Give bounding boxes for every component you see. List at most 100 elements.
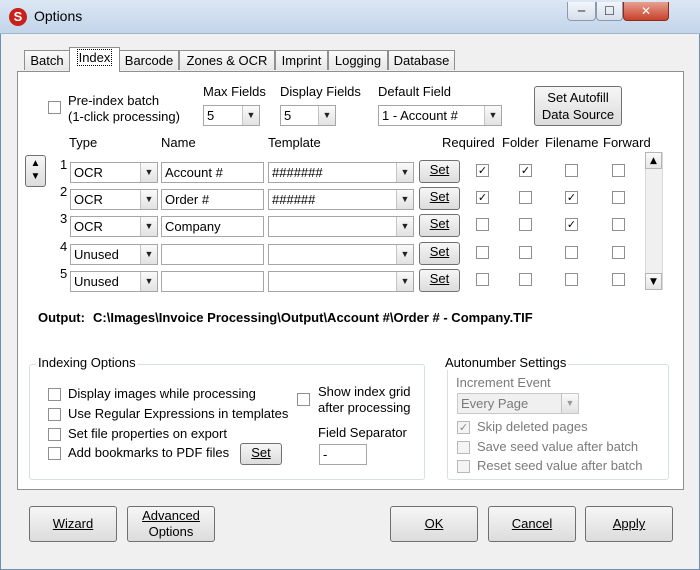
required-checkbox[interactable]: ✓ [476, 164, 489, 177]
folder-checkbox[interactable] [519, 191, 532, 204]
forward-checkbox[interactable] [612, 273, 625, 286]
show-grid-label-2: after processing [318, 400, 411, 415]
field-template-select[interactable]: ▼ [268, 271, 414, 292]
field-name-input[interactable] [161, 244, 264, 265]
tab-logging[interactable]: Logging [328, 50, 388, 70]
display-images-checkbox[interactable] [48, 388, 61, 401]
field-name-input[interactable]: Order # [161, 189, 264, 210]
row-number: 3 [60, 211, 68, 226]
reset-seed-label: Reset seed value after batch [477, 458, 643, 473]
field-type-select[interactable]: Unused ▼ [70, 244, 158, 265]
regex-checkbox[interactable] [48, 408, 61, 421]
default-field-label: Default Field [378, 84, 451, 99]
bookmarks-set-button[interactable]: Set [240, 443, 282, 465]
skip-deleted-checkbox[interactable]: ✓ [457, 421, 470, 434]
field-name-input[interactable]: Account # [161, 162, 264, 183]
filename-checkbox[interactable] [565, 273, 578, 286]
required-checkbox[interactable] [476, 218, 489, 231]
field-type-select[interactable]: OCR ▼ [70, 189, 158, 210]
row-number: 2 [60, 184, 68, 199]
field-template-select[interactable]: ▼ [268, 244, 414, 265]
tab-imprint[interactable]: Imprint [275, 50, 328, 70]
field-template-select[interactable]: ####### ▼ [268, 162, 414, 183]
col-name: Name [161, 135, 196, 150]
tab-database[interactable]: Database [388, 50, 455, 70]
row-number: 4 [60, 239, 68, 254]
minimize-icon[interactable]: ─ [567, 2, 596, 21]
forward-checkbox[interactable] [612, 218, 625, 231]
show-grid-checkbox[interactable] [297, 393, 310, 406]
skip-deleted-label: Skip deleted pages [477, 419, 588, 434]
max-fields-value: 5 [207, 108, 215, 123]
filename-checkbox[interactable]: ✓ [565, 191, 578, 204]
advanced-label-1: Advanced [128, 508, 214, 524]
folder-checkbox[interactable] [519, 218, 532, 231]
set-autofill-button[interactable]: Set Autofill Data Source [534, 86, 622, 126]
field-type-select[interactable]: Unused ▼ [70, 271, 158, 292]
apply-label: Apply [612, 516, 646, 531]
filename-checkbox[interactable]: ✓ [565, 218, 578, 231]
autonumber-title: Autonumber Settings [443, 355, 569, 370]
folder-checkbox[interactable]: ✓ [519, 164, 532, 177]
tab-batch[interactable]: Batch [24, 50, 70, 70]
tab-barcode[interactable]: Barcode [119, 50, 179, 70]
preindex-label-2: (1-click processing) [68, 109, 180, 124]
col-type: Type [69, 135, 98, 150]
forward-checkbox[interactable] [612, 164, 625, 177]
template-set-button[interactable]: Set [419, 160, 460, 183]
bookmarks-checkbox[interactable] [48, 447, 61, 460]
template-set-label: Set [429, 271, 450, 286]
forward-checkbox[interactable] [612, 246, 625, 259]
field-type-value: Unused [74, 247, 119, 262]
apply-button[interactable]: Apply [585, 506, 673, 542]
field-type-select[interactable]: OCR ▼ [70, 216, 158, 237]
indexing-options-title: Indexing Options [36, 355, 138, 370]
maximize-icon[interactable]: ☐ [596, 2, 623, 21]
filename-checkbox[interactable] [565, 164, 578, 177]
separator-input[interactable]: - [319, 444, 367, 465]
field-name-input[interactable]: Company [161, 216, 264, 237]
output-path: C:\Images\Invoice Processing\Output\Acco… [93, 310, 533, 325]
max-fields-label: Max Fields [203, 84, 266, 99]
set-autofill-label-2: Data Source [541, 107, 615, 122]
required-checkbox[interactable] [476, 246, 489, 259]
file-props-checkbox[interactable] [48, 428, 61, 441]
display-fields-select[interactable]: 5 ▼ [280, 105, 336, 126]
advanced-options-button[interactable]: Advanced Options [127, 506, 215, 542]
template-set-button[interactable]: Set [419, 214, 460, 237]
default-field-select[interactable]: 1 - Account # ▼ [378, 105, 502, 126]
template-set-button[interactable]: Set [419, 187, 460, 210]
template-set-button[interactable]: Set [419, 269, 460, 292]
field-template-select[interactable]: ###### ▼ [268, 189, 414, 210]
increment-select[interactable]: Every Page ▼ [457, 393, 579, 414]
scroll-up-icon[interactable]: ▲ [645, 152, 662, 169]
reset-seed-checkbox[interactable] [457, 460, 470, 473]
app-logo-icon: S [9, 8, 27, 26]
cancel-button[interactable]: Cancel [488, 506, 576, 542]
chevron-down-icon: ▼ [140, 245, 157, 264]
row-number: 5 [60, 266, 68, 281]
field-template-select[interactable]: ▼ [268, 216, 414, 237]
required-checkbox[interactable]: ✓ [476, 191, 489, 204]
field-name-input[interactable] [161, 271, 264, 292]
bookmarks-set-label: Set [251, 445, 271, 460]
ok-button[interactable]: OK [390, 506, 478, 542]
close-icon[interactable]: ✕ [623, 2, 669, 21]
forward-checkbox[interactable] [612, 191, 625, 204]
tab-zones-ocr[interactable]: Zones & OCR [179, 50, 275, 70]
rows-scrollbar[interactable] [645, 152, 663, 290]
folder-checkbox[interactable] [519, 273, 532, 286]
folder-checkbox[interactable] [519, 246, 532, 259]
preindex-checkbox[interactable] [48, 101, 61, 114]
save-seed-checkbox[interactable] [457, 441, 470, 454]
template-set-button[interactable]: Set [419, 242, 460, 265]
tab-index[interactable]: Index [69, 47, 120, 72]
wizard-button[interactable]: Wizard [29, 506, 117, 542]
filename-checkbox[interactable] [565, 246, 578, 259]
scroll-down-icon[interactable]: ▼ [645, 273, 662, 290]
col-forward: Forward [603, 135, 651, 150]
move-row-button[interactable]: ▲ ▼ [25, 155, 46, 187]
field-type-select[interactable]: OCR ▼ [70, 162, 158, 183]
required-checkbox[interactable] [476, 273, 489, 286]
max-fields-select[interactable]: 5 ▼ [203, 105, 260, 126]
